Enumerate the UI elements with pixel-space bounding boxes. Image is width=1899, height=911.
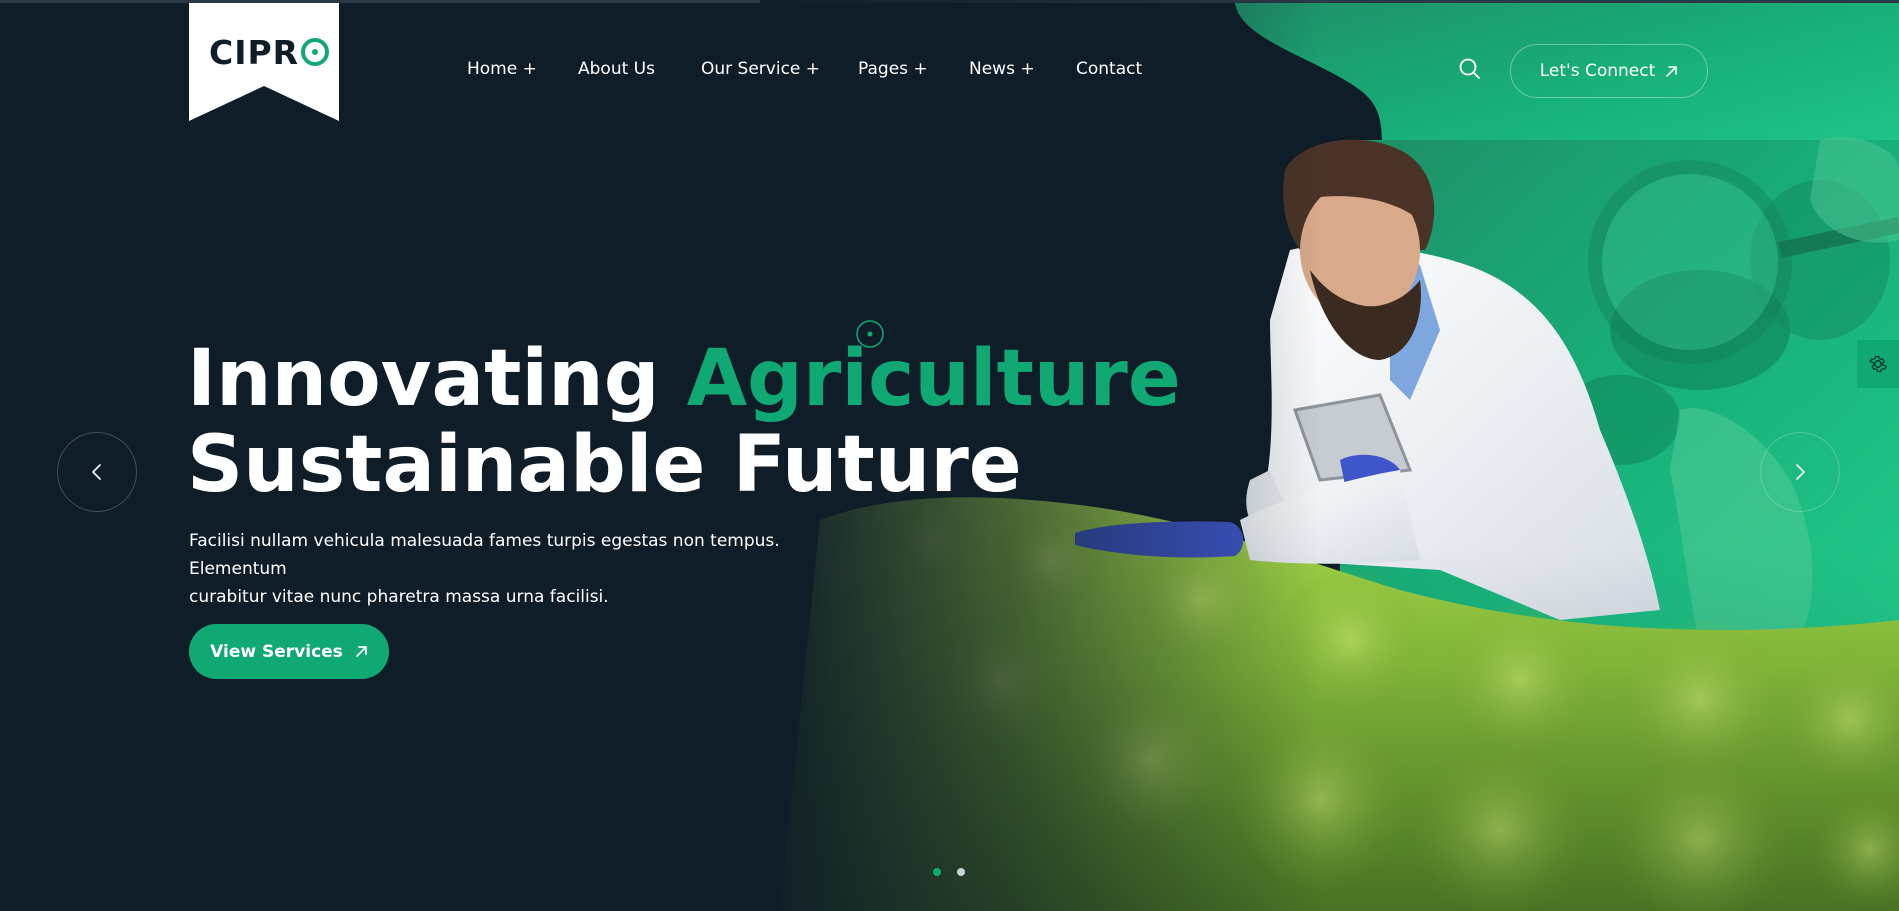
nav-item-about-us[interactable]: About Us: [578, 59, 655, 79]
view-services-button[interactable]: View Services: [189, 624, 389, 679]
gear-icon: [1869, 355, 1887, 373]
hero-title-line1-text: Innovating: [187, 334, 687, 424]
lets-connect-button[interactable]: Let's Connect: [1510, 44, 1708, 98]
chevron-right-icon: [1796, 464, 1805, 480]
settings-button[interactable]: [1857, 340, 1899, 388]
arrow-up-right-icon: [1666, 65, 1678, 77]
logo-o-icon: [301, 38, 330, 66]
lets-connect-label: Let's Connect: [1539, 61, 1656, 81]
slider-dot-1[interactable]: [933, 868, 941, 876]
hero-title-line2: Sustainable Future: [187, 420, 1022, 510]
slider-prev-button[interactable]: [57, 432, 137, 512]
arrow-up-right-icon: [355, 646, 367, 657]
hero-description-line2: curabitur vitae nunc pharetra massa urna…: [189, 587, 609, 607]
chevron-left-icon: [92, 464, 101, 480]
nav-item-pages[interactable]: Pages +: [858, 59, 928, 79]
hero-title-accent: Agriculture: [686, 334, 1181, 424]
hero-description-line1: Facilisi nullam vehicula malesuada fames…: [189, 531, 780, 579]
nav-item-contact[interactable]: Contact: [1076, 59, 1142, 79]
nav-item-home[interactable]: Home +: [467, 59, 537, 79]
logo-text: CIPR: [209, 33, 330, 72]
logo[interactable]: CIPR: [189, 3, 339, 121]
hero-title: Innovating Agriculture Sustainable Futur…: [187, 336, 1181, 508]
hero-title-line1: Innovating Agriculture: [187, 336, 1181, 422]
search-icon[interactable]: [1459, 58, 1481, 80]
nav-item-our-service[interactable]: Our Service +: [701, 59, 820, 79]
nav-item-news[interactable]: News +: [969, 59, 1035, 79]
slider-next-button[interactable]: [1760, 432, 1840, 512]
slider-dot-2[interactable]: [957, 868, 965, 876]
view-services-label: View Services: [210, 641, 343, 662]
hero-description: Facilisi nullam vehicula malesuada fames…: [189, 527, 869, 611]
